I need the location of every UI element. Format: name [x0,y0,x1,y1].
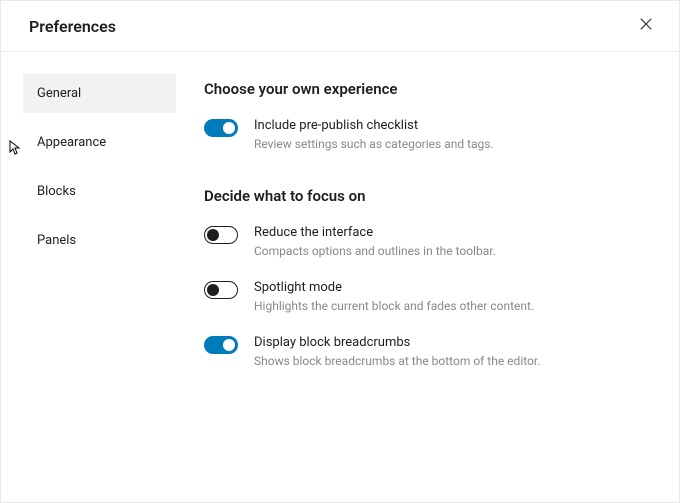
tab-label: Panels [37,233,76,248]
option-desc: Compacts options and outlines in the too… [254,244,496,258]
toggle-reduce-interface[interactable] [204,226,238,244]
toggle-knob [223,339,235,351]
option-pre-publish: Include pre-publish checklist Review set… [204,118,639,151]
tab-appearance[interactable]: Appearance [23,123,176,162]
tab-label: Appearance [37,135,106,150]
section-heading: Decide what to focus on [204,187,639,205]
option-text: Spotlight mode Highlights the current bl… [254,280,534,313]
close-icon [637,15,655,33]
modal-header: Preferences [1,1,679,52]
option-desc: Review settings such as categories and t… [254,137,494,151]
option-spotlight-mode: Spotlight mode Highlights the current bl… [204,280,639,313]
close-button[interactable] [637,15,655,37]
tab-general[interactable]: General [23,74,176,113]
toggle-breadcrumbs[interactable] [204,336,238,354]
modal-title: Preferences [29,17,116,36]
preferences-modal: Preferences General Appearance Blocks Pa… [0,0,680,503]
section-focus: Decide what to focus on Reduce the inter… [204,187,639,368]
tab-label: General [37,86,81,101]
toggle-knob [207,229,219,241]
tab-label: Blocks [37,184,76,199]
option-breadcrumbs: Display block breadcrumbs Shows block br… [204,335,639,368]
sidebar: General Appearance Blocks Panels [1,74,176,502]
option-text: Reduce the interface Compacts options an… [254,225,496,258]
toggle-spotlight-mode[interactable] [204,281,238,299]
toggle-knob [207,284,219,296]
option-label: Reduce the interface [254,225,496,240]
tab-blocks[interactable]: Blocks [23,172,176,211]
toggle-pre-publish[interactable] [204,119,238,137]
option-label: Display block breadcrumbs [254,335,540,350]
modal-body: General Appearance Blocks Panels Choose … [1,52,679,502]
tab-panels[interactable]: Panels [23,221,176,260]
option-text: Display block breadcrumbs Shows block br… [254,335,540,368]
option-label: Include pre-publish checklist [254,118,494,133]
content: Choose your own experience Include pre-p… [176,74,679,502]
option-desc: Highlights the current block and fades o… [254,299,534,313]
section-heading: Choose your own experience [204,80,639,98]
section-experience: Choose your own experience Include pre-p… [204,80,639,151]
option-reduce-interface: Reduce the interface Compacts options an… [204,225,639,258]
option-text: Include pre-publish checklist Review set… [254,118,494,151]
option-label: Spotlight mode [254,280,534,295]
toggle-knob [223,122,235,134]
option-desc: Shows block breadcrumbs at the bottom of… [254,354,540,368]
